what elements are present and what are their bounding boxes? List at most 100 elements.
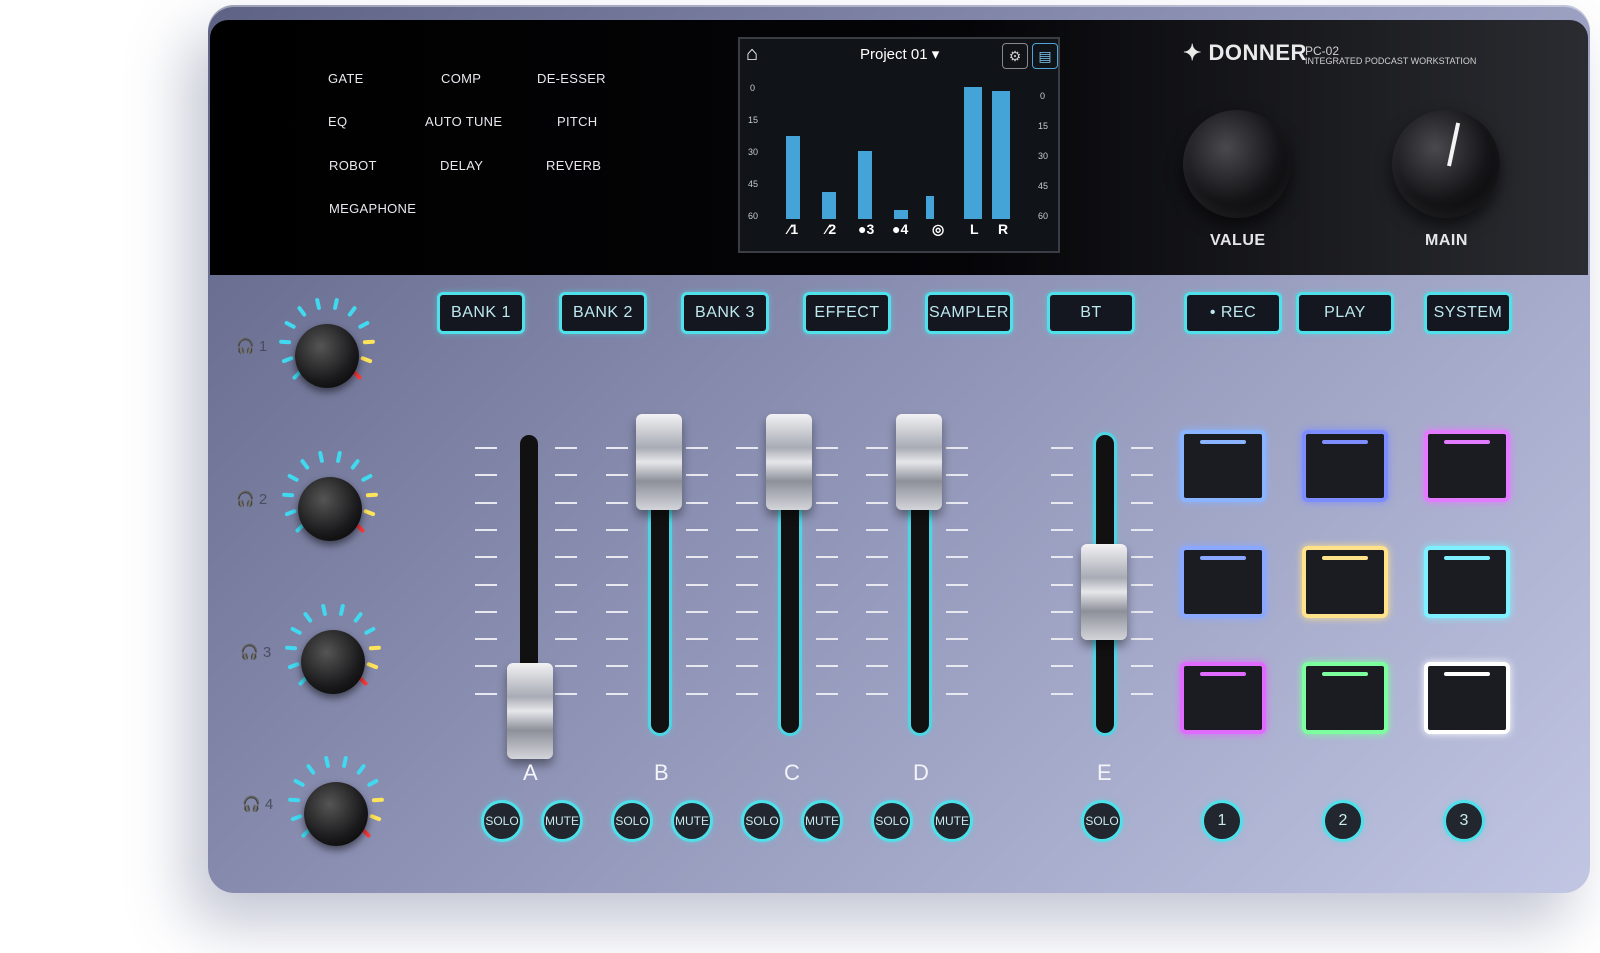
fader-b-handle[interactable] <box>636 414 682 510</box>
effect-reverb[interactable]: REVERB <box>546 158 601 173</box>
fader-tick <box>946 447 968 449</box>
effect-eq[interactable]: EQ <box>328 114 347 129</box>
channel-e-label: E <box>1097 760 1112 785</box>
sample-pad-4[interactable] <box>1180 546 1266 618</box>
effect-delay[interactable]: DELAY <box>440 158 483 173</box>
effect-comp[interactable]: COMP <box>441 71 481 86</box>
sample-pad-5[interactable] <box>1302 546 1388 618</box>
ring-tick <box>287 473 299 482</box>
sd-card-icon[interactable]: ▤ <box>1032 43 1058 69</box>
sampler-button[interactable]: SAMPLER <box>925 292 1013 334</box>
pad-bank-3-button[interactable]: 3 <box>1443 800 1485 842</box>
fader-e-handle[interactable] <box>1081 544 1127 640</box>
effect-megaphone[interactable]: MEGAPHONE <box>329 201 416 216</box>
fader-tick <box>1051 693 1073 695</box>
effect-robot[interactable]: ROBOT <box>329 158 377 173</box>
solo-a-button[interactable]: SOLO <box>481 800 523 842</box>
scale-right-60: 60 <box>1038 211 1049 221</box>
bank-3-button[interactable]: BANK 3 <box>681 292 769 334</box>
main-knob[interactable] <box>1392 110 1500 218</box>
headphone-1-label: 🎧 1 <box>236 338 268 355</box>
settings-icon[interactable]: ⚙ <box>1002 43 1028 69</box>
effect-de-esser[interactable]: DE-ESSER <box>537 71 606 86</box>
fader-tick <box>606 529 628 531</box>
headphone-4-knob[interactable] <box>304 782 368 846</box>
sample-pad-6[interactable] <box>1424 546 1510 618</box>
ring-tick <box>281 356 294 364</box>
fader-a-handle[interactable] <box>507 663 553 759</box>
sample-pad-8[interactable] <box>1302 662 1388 734</box>
ring-tick <box>360 356 373 364</box>
effect-button[interactable]: EFFECT <box>803 292 891 334</box>
project-title[interactable]: Project 01 ▾ <box>860 45 939 63</box>
sample-pad-2[interactable] <box>1302 430 1388 502</box>
value-knob[interactable] <box>1183 110 1291 218</box>
pad-light-strip <box>1322 672 1368 676</box>
fader-tick <box>606 611 628 613</box>
bt-button[interactable]: BT <box>1047 292 1135 334</box>
headphone-1-number: 1 <box>258 338 268 355</box>
fader-tick <box>946 474 968 476</box>
fader-tick <box>555 556 577 558</box>
ring-tick <box>364 626 376 635</box>
channel-d-label: D <box>913 760 929 785</box>
fader-d-handle[interactable] <box>896 414 942 510</box>
ring-tick <box>290 814 303 822</box>
fader-tick <box>866 447 888 449</box>
solo-d-button[interactable]: SOLO <box>871 800 913 842</box>
ring-tick <box>318 451 324 463</box>
ring-tick <box>279 339 292 345</box>
sample-pad-1[interactable] <box>1180 430 1266 502</box>
mute-b-button[interactable]: MUTE <box>671 800 713 842</box>
fader-tick <box>866 611 888 613</box>
ring-tick <box>282 492 295 498</box>
fader-tick <box>686 611 708 613</box>
fader-tick <box>555 502 577 504</box>
system-button[interactable]: SYSTEM <box>1424 292 1512 334</box>
fader-tick <box>1131 665 1153 667</box>
solo-b-button[interactable]: SOLO <box>611 800 653 842</box>
fader-tick <box>606 665 628 667</box>
ring-tick <box>315 298 321 310</box>
solo-c-button[interactable]: SOLO <box>741 800 783 842</box>
play-button[interactable]: PLAY <box>1296 292 1394 334</box>
sample-pad-9[interactable] <box>1424 662 1510 734</box>
sample-pad-3[interactable] <box>1424 430 1510 502</box>
fader-tick <box>475 665 497 667</box>
fader-tick <box>866 584 888 586</box>
channel-a-label: A <box>523 760 538 785</box>
fader-tick <box>736 447 758 449</box>
brand-name: DONNER <box>1208 40 1307 65</box>
sample-pad-7[interactable] <box>1180 662 1266 734</box>
meter-bar-3 <box>858 151 872 219</box>
bank-2-button[interactable]: BANK 2 <box>559 292 647 334</box>
headphone-1-knob[interactable] <box>295 324 359 388</box>
bank-1-button[interactable]: BANK 1 <box>437 292 525 334</box>
fader-tick <box>475 638 497 640</box>
fader-tick <box>475 502 497 504</box>
fader-tick <box>686 665 708 667</box>
effect-auto-tune[interactable]: AUTO TUNE <box>425 114 502 129</box>
pad-bank-2-button[interactable]: 2 <box>1322 800 1364 842</box>
effect-pitch[interactable]: PITCH <box>557 114 598 129</box>
fader-tick <box>1051 584 1073 586</box>
mute-a-button[interactable]: MUTE <box>541 800 583 842</box>
home-icon[interactable]: ⌂ <box>746 43 758 66</box>
rec-button[interactable]: • REC <box>1184 292 1282 334</box>
ring-tick <box>360 827 371 838</box>
lcd-screen: ⌂ Project 01 ▾ ⚙ ▤ 0 15 30 45 60 0 15 30… <box>738 37 1060 253</box>
fader-tick <box>475 611 497 613</box>
effect-gate[interactable]: GATE <box>328 71 364 86</box>
mute-c-button[interactable]: MUTE <box>801 800 843 842</box>
pad-bank-1-button[interactable]: 1 <box>1201 800 1243 842</box>
solo-e-button[interactable]: SOLO <box>1081 800 1123 842</box>
brand-logo: ✦ DONNER <box>1183 40 1307 65</box>
fader-c-handle[interactable] <box>766 414 812 510</box>
fader-tick <box>555 693 577 695</box>
ring-tick <box>353 612 363 623</box>
ring-tick <box>366 662 379 670</box>
mute-d-button[interactable]: MUTE <box>931 800 973 842</box>
headphone-3-knob[interactable] <box>301 630 365 694</box>
headphone-3-number: 3 <box>262 644 272 661</box>
headphone-2-knob[interactable] <box>298 477 362 541</box>
